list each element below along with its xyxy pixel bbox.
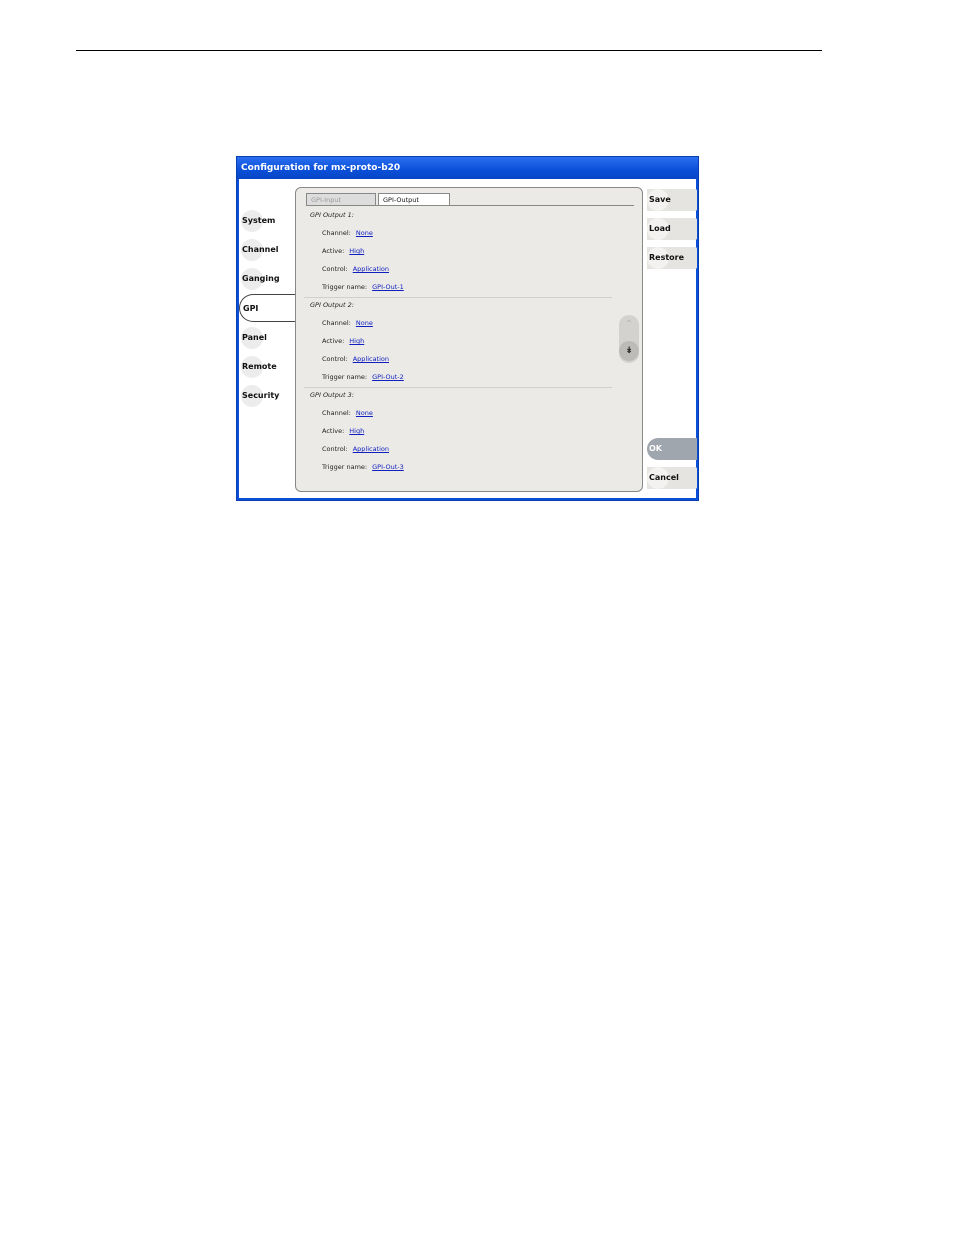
active-label: Active: bbox=[322, 247, 345, 255]
ok-button[interactable]: OK bbox=[647, 438, 697, 460]
window-frame-bottom bbox=[237, 498, 698, 500]
restore-button[interactable]: Restore bbox=[647, 247, 697, 269]
trigger-name-label: Trigger name: bbox=[322, 283, 368, 291]
trigger-name-link[interactable]: GPI-Out-3 bbox=[372, 463, 404, 471]
active-value-link[interactable]: High bbox=[349, 427, 364, 435]
gpi-output-1-control-row: Control: Application bbox=[322, 265, 389, 273]
gpi-output-2-title: GPI Output 2: bbox=[310, 301, 354, 309]
gpi-output-3-active-row: Active: High bbox=[322, 427, 364, 435]
channel-label: Channel: bbox=[322, 409, 351, 417]
active-value-link[interactable]: High bbox=[349, 247, 364, 255]
group-separator bbox=[304, 297, 612, 298]
gpi-output-3-trigger-row: Trigger name: GPI-Out-3 bbox=[322, 463, 404, 471]
channel-value-link[interactable]: None bbox=[356, 409, 373, 417]
page-header-rule bbox=[76, 50, 822, 51]
trigger-name-label: Trigger name: bbox=[322, 463, 368, 471]
channel-value-link[interactable]: None bbox=[356, 319, 373, 327]
restore-button-label: Restore bbox=[649, 253, 685, 262]
channel-label: Channel: bbox=[322, 229, 351, 237]
gpi-output-1-active-row: Active: High bbox=[322, 247, 364, 255]
nav-item-label: Ganging bbox=[242, 274, 280, 283]
active-label: Active: bbox=[322, 337, 345, 345]
gpi-output-1-trigger-row: Trigger name: GPI-Out-1 bbox=[322, 283, 404, 291]
nav-item-label: Panel bbox=[242, 333, 267, 342]
gpi-output-3-channel-row: Channel: None bbox=[322, 409, 373, 417]
trigger-name-link[interactable]: GPI-Out-1 bbox=[372, 283, 404, 291]
gpi-output-2-control-row: Control: Application bbox=[322, 355, 389, 363]
control-label: Control: bbox=[322, 445, 348, 453]
channel-value-link[interactable]: None bbox=[356, 229, 373, 237]
control-value-link[interactable]: Application bbox=[353, 265, 389, 273]
cancel-button-label: Cancel bbox=[649, 473, 679, 482]
nav-item-security[interactable]: Security bbox=[241, 384, 293, 408]
nav-item-label: Remote bbox=[242, 362, 277, 371]
trigger-name-link[interactable]: GPI-Out-2 bbox=[372, 373, 404, 381]
save-button-label: Save bbox=[649, 195, 671, 204]
gpi-output-2-trigger-row: Trigger name: GPI-Out-2 bbox=[322, 373, 404, 381]
window-title: Configuration for mx-proto-b20 bbox=[237, 157, 698, 179]
nav-item-channel[interactable]: Channel bbox=[241, 238, 293, 262]
load-button-label: Load bbox=[649, 224, 671, 233]
nav-item-label: GPI bbox=[243, 304, 259, 313]
scroll-down-icon[interactable]: ↡ bbox=[619, 341, 639, 361]
nav-item-gpi[interactable]: GPI bbox=[239, 294, 297, 322]
cancel-button[interactable]: Cancel bbox=[647, 467, 697, 489]
gpi-settings-panel: GPI-Input GPI-Output GPI Output 1: Chann… bbox=[295, 187, 643, 492]
gpi-output-1-channel-row: Channel: None bbox=[322, 229, 373, 237]
tab-strip-rule bbox=[306, 205, 634, 206]
nav-item-label: System bbox=[242, 216, 276, 225]
trigger-name-label: Trigger name: bbox=[322, 373, 368, 381]
tab-gpi-output[interactable]: GPI-Output bbox=[378, 193, 450, 205]
control-label: Control: bbox=[322, 355, 348, 363]
nav-item-ganging[interactable]: Ganging bbox=[241, 267, 293, 291]
gpi-output-2-channel-row: Channel: None bbox=[322, 319, 373, 327]
control-value-link[interactable]: Application bbox=[353, 445, 389, 453]
gpi-output-3-control-row: Control: Application bbox=[322, 445, 389, 453]
scroll-control: ⌃ ↡ bbox=[619, 315, 639, 363]
window-frame-left bbox=[237, 179, 239, 500]
configuration-dialog: Configuration for mx-proto-b20 System Ch… bbox=[236, 156, 699, 501]
nav-item-system[interactable]: System bbox=[241, 209, 293, 233]
gpi-output-3-title: GPI Output 3: bbox=[310, 391, 354, 399]
gpi-output-2-active-row: Active: High bbox=[322, 337, 364, 345]
gpi-output-1-title: GPI Output 1: bbox=[310, 211, 354, 219]
load-button[interactable]: Load bbox=[647, 218, 697, 240]
nav-item-remote[interactable]: Remote bbox=[241, 355, 293, 379]
active-value-link[interactable]: High bbox=[349, 337, 364, 345]
group-separator bbox=[304, 387, 612, 388]
scroll-up-icon[interactable]: ⌃ bbox=[619, 319, 639, 328]
ok-button-label: OK bbox=[649, 444, 662, 453]
control-label: Control: bbox=[322, 265, 348, 273]
save-button[interactable]: Save bbox=[647, 189, 697, 211]
tab-gpi-input[interactable]: GPI-Input bbox=[306, 193, 376, 205]
control-value-link[interactable]: Application bbox=[353, 355, 389, 363]
nav-item-label: Security bbox=[242, 391, 280, 400]
nav-item-panel[interactable]: Panel bbox=[241, 326, 293, 350]
nav-item-label: Channel bbox=[242, 245, 279, 254]
channel-label: Channel: bbox=[322, 319, 351, 327]
active-label: Active: bbox=[322, 427, 345, 435]
